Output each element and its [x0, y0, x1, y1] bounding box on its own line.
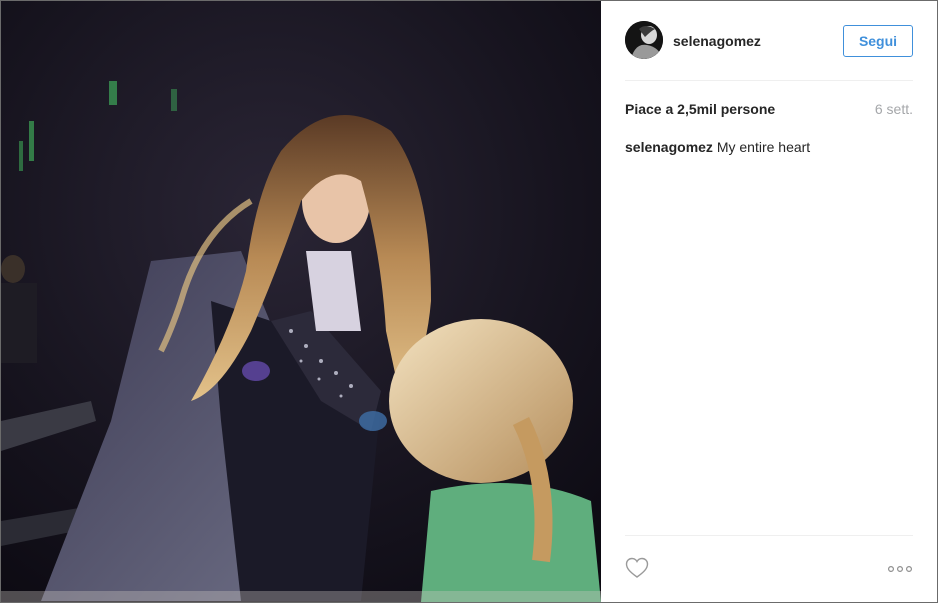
caption-username[interactable]: selenagomez — [625, 139, 713, 155]
post-caption: selenagomez My entire heart — [625, 139, 913, 155]
post-header: selenagomez Segui — [625, 21, 913, 61]
follow-button[interactable]: Segui — [843, 25, 913, 57]
ellipsis-icon[interactable] — [887, 559, 913, 579]
caption-text: My entire heart — [716, 139, 811, 155]
header-divider — [625, 80, 913, 81]
post-details-panel: selenagomez Segui Piace a 2,5mil persone… — [601, 1, 937, 602]
author-avatar[interactable] — [625, 21, 663, 59]
post-photo[interactable] — [1, 1, 601, 602]
post-actions — [625, 551, 913, 591]
author-username[interactable]: selenagomez — [673, 33, 761, 49]
post-timestamp[interactable]: 6 sett. — [875, 101, 913, 117]
heart-outline-icon[interactable] — [625, 557, 649, 579]
concert-photo-image — [1, 1, 601, 602]
profile-photo-icon — [625, 21, 663, 59]
instagram-post: selenagomez Segui Piace a 2,5mil persone… — [0, 0, 938, 603]
footer-divider — [625, 535, 913, 536]
likes-row: Piace a 2,5mil persone 6 sett. — [625, 101, 913, 121]
likes-count[interactable]: Piace a 2,5mil persone — [625, 101, 775, 117]
